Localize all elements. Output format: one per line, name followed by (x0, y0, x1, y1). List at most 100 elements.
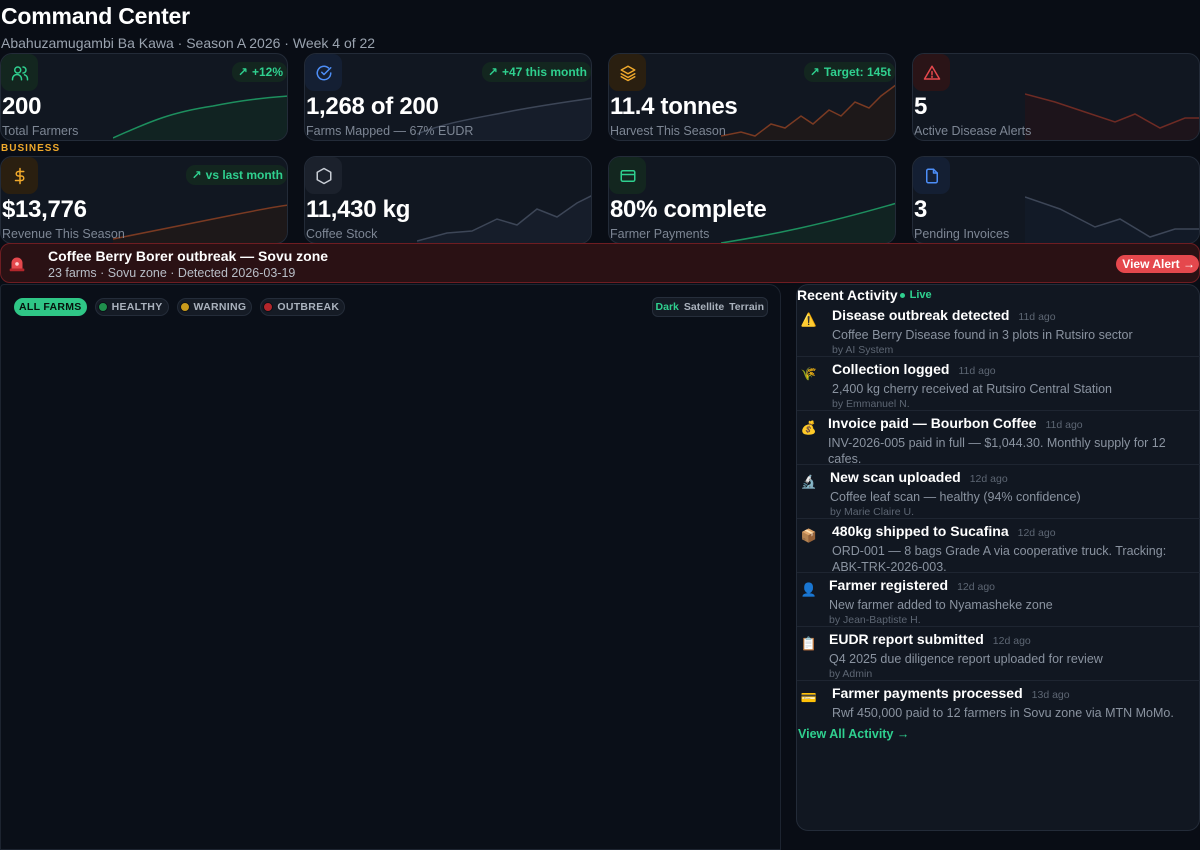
recent-activity-panel: Recent Activity Live ⚠️ Disease outbreak… (796, 284, 1200, 831)
list-item[interactable]: 📋 EUDR report submitted 12d ago Q4 2025 d… (797, 627, 1200, 681)
stat-card-farmer-payments[interactable]: 80% complete Farmer Payments (608, 156, 896, 244)
stat-label: Pending Invoices (914, 227, 1010, 241)
stat-label: Coffee Stock (306, 227, 378, 241)
stat-label: Revenue This Season (2, 227, 125, 241)
hexagon-icon (305, 157, 342, 194)
stat-value: 3 (914, 196, 928, 223)
page-subtitle: Abahuzamugambi Ba Kawa · Season A 2026 ·… (1, 35, 376, 51)
activity-author: by Emmanuel N. (832, 398, 910, 410)
status-dot-icon (263, 302, 274, 312)
stat-label: Total Farmers (2, 124, 79, 138)
view-all-activity-link[interactable]: View All Activity → (798, 727, 909, 741)
activity-desc: New farmer added to Nyamasheke zone (829, 598, 1053, 612)
stat-value: 1,268 of 200 (306, 93, 439, 120)
stat-value: 5 (914, 93, 928, 120)
filter-all-farms[interactable]: ALL FARMS (14, 298, 87, 316)
activity-title: Collection logged (832, 361, 950, 377)
activity-desc: Coffee Berry Disease found in 3 plots in… (832, 328, 1133, 342)
stat-label: Farmer Payments (610, 227, 710, 241)
status-dot-icon (179, 302, 190, 312)
layer-satellite[interactable]: Satellite (684, 301, 724, 313)
filter-outbreak[interactable]: OUTBREAK (260, 298, 346, 316)
stat-value: 80% complete (610, 196, 767, 223)
layer-terrain[interactable]: Terrain (729, 301, 764, 313)
wheat-icon: 🌾 (800, 366, 818, 381)
page-title: Command Center (1, 3, 190, 29)
activity-list: ⚠️ Disease outbreak detected 11d ago Coff… (797, 303, 1200, 735)
view-alert-button[interactable]: View Alert → (1116, 255, 1199, 273)
activity-time: 13d ago (1031, 689, 1070, 701)
filter-healthy[interactable]: HEALTHY (94, 298, 169, 316)
activity-time: 12d ago (992, 635, 1031, 647)
credit-card-icon (609, 157, 646, 194)
activity-title: Invoice paid — Bourbon Coffee (828, 415, 1037, 431)
layers-icon (609, 54, 646, 91)
dollar-icon (1, 157, 38, 194)
activity-time: 12d ago (969, 473, 1008, 485)
trend-up-icon: ↗ (487, 65, 498, 79)
stat-card-coffee-stock[interactable]: 11,430 kg Coffee Stock (304, 156, 592, 244)
package-icon: 📦 (800, 528, 818, 543)
sparkline (1025, 196, 1199, 243)
siren-icon (6, 252, 28, 274)
credit-card-icon: 💳 (800, 690, 818, 705)
list-item[interactable]: 📦 480kg shipped to Sucafina 12d ago ORD-0… (797, 519, 1200, 574)
activity-title: Farmer registered (829, 577, 949, 593)
outbreak-alert-banner: Coffee Berry Borer outbreak — Sovu zone … (0, 243, 1200, 283)
activity-desc: INV-2026-005 paid in full — $1,044.30. M… (828, 436, 1166, 466)
file-icon (913, 157, 950, 194)
activity-time: 11d ago (958, 365, 996, 377)
stat-value: 11.4 tonnes (610, 93, 738, 120)
activity-author: by Marie Claire U. (830, 506, 915, 518)
map-layer-toggle: Dark Satellite Terrain (651, 297, 768, 317)
sparkline (417, 195, 591, 243)
stat-card-total-farmers[interactable]: ↗ +12% 200 Total Farmers (0, 53, 288, 141)
stat-value: $13,776 (2, 196, 87, 223)
activity-title: New scan uploaded (830, 469, 961, 485)
warning-icon: ⚠️ (800, 312, 818, 327)
activity-desc: Rwf 450,000 paid to 12 farmers in Sovu z… (832, 706, 1174, 720)
activity-author: by AI System (832, 344, 894, 356)
list-item[interactable]: 🔬 New scan uploaded 12d ago Coffee leaf s… (797, 465, 1200, 519)
list-item[interactable]: ⚠️ Disease outbreak detected 11d ago Coff… (797, 303, 1200, 357)
trend-up-icon: ↗ (237, 65, 248, 79)
live-dot-icon (899, 292, 905, 298)
alert-title: Coffee Berry Borer outbreak — Sovu zone (48, 248, 329, 264)
stat-card-pending-invoices[interactable]: 3 Pending Invoices (912, 156, 1200, 244)
clipboard-icon: 📋 (800, 636, 818, 651)
activity-desc: Q4 2025 due diligence report uploaded fo… (829, 652, 1103, 666)
list-item[interactable]: 🌾 Collection logged 11d ago 2,400 kg cher… (797, 357, 1200, 411)
layer-dark[interactable]: Dark (656, 301, 679, 313)
microscope-icon: 🔬 (800, 474, 818, 489)
stat-card-disease-alerts[interactable]: 5 Active Disease Alerts (912, 53, 1200, 141)
stat-label: Active Disease Alerts (914, 124, 1032, 138)
section-label-business: BUSINESS (1, 143, 61, 154)
users-icon (1, 54, 38, 91)
stat-label: Harvest This Season (610, 124, 726, 138)
list-item[interactable]: 👤 Farmer registered 12d ago New farmer ad… (797, 573, 1200, 627)
filter-warning[interactable]: WARNING (176, 298, 253, 316)
activity-header: Recent Activity Live (797, 287, 932, 303)
map-filters: ALL FARMS HEALTHY WARNING OUTBREAK (14, 298, 346, 316)
check-circle-icon (305, 54, 342, 91)
activity-author: by Admin (829, 668, 873, 680)
sparkline (113, 95, 287, 140)
sparkline (721, 84, 895, 140)
page-header: Command Center Abahuzamugambi Ba Kawa · … (0, 0, 1200, 52)
activity-title: 480kg shipped to Sucafina (832, 523, 1009, 539)
sparkline (113, 204, 287, 243)
stat-card-harvest[interactable]: ↗ Target: 145t 11.4 tonnes Harvest This S… (608, 53, 896, 141)
activity-time: 12d ago (1017, 527, 1056, 539)
trend-up-icon: ↗ (191, 168, 202, 182)
activity-title: Disease outbreak detected (832, 307, 1010, 323)
activity-desc: ORD-001 — 8 bags Grade A via cooperative… (832, 544, 1167, 574)
activity-title: Farmer payments processed (832, 685, 1023, 701)
activity-desc: 2,400 kg cherry received at Rutsiro Cent… (832, 382, 1112, 396)
stat-card-revenue[interactable]: ↗ vs last month $13,776 Revenue This Seas… (0, 156, 288, 244)
activity-title: Recent Activity (797, 287, 898, 303)
activity-time: 11d ago (1045, 419, 1083, 431)
activity-author: by Jean-Baptiste H. (829, 614, 921, 626)
stat-card-farms-mapped[interactable]: ↗ +47 this month 1,268 of 200 Farms Mappe… (304, 53, 592, 141)
list-item[interactable]: 💰 Invoice paid — Bourbon Coffee 11d ago I… (797, 411, 1200, 466)
farm-map[interactable]: ALL FARMS HEALTHY WARNING OUTBREAK Dark … (0, 284, 781, 850)
